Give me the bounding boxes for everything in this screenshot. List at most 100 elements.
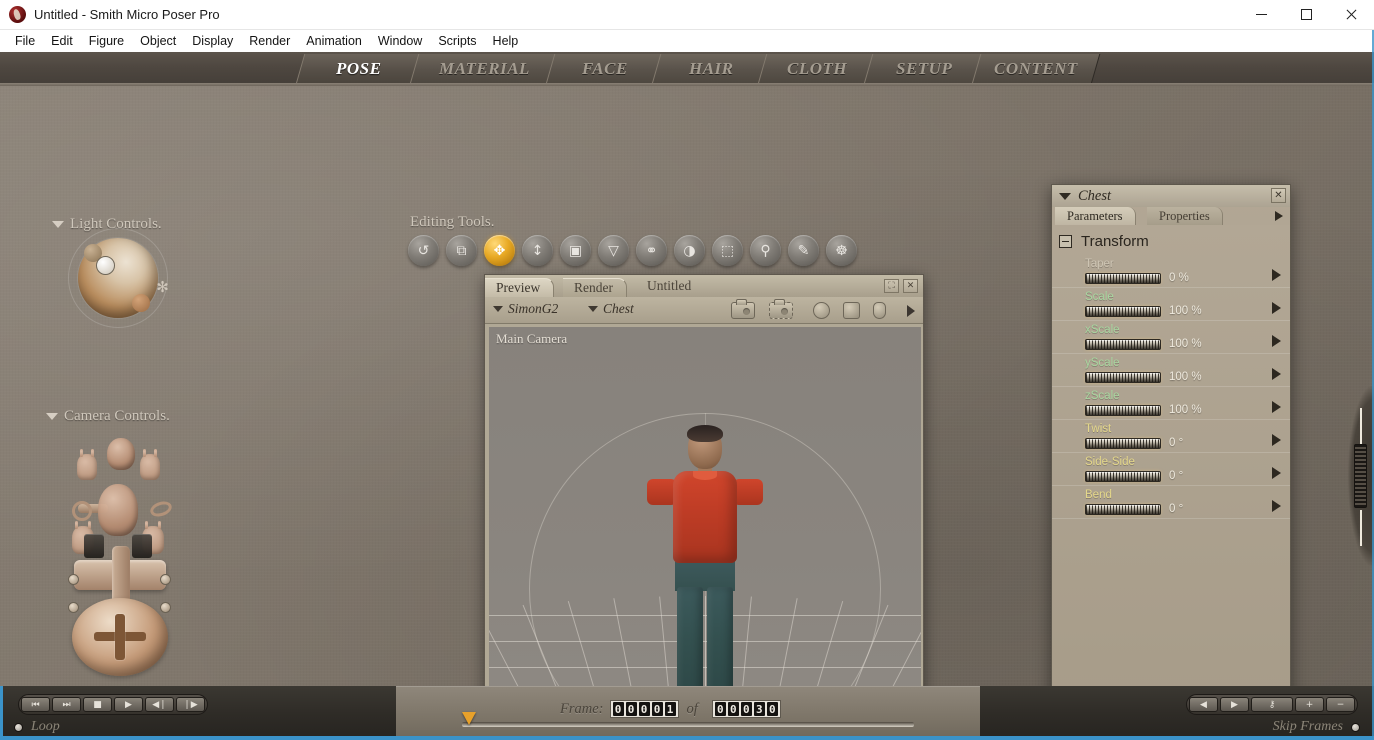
room-tab-material[interactable]: MATERIAL <box>409 54 559 84</box>
parameter-expand-arrow-icon[interactable] <box>1272 269 1281 281</box>
parameter-dial-bend[interactable] <box>1085 503 1161 515</box>
camera-controls-header[interactable]: Camera Controls. <box>46 408 170 425</box>
menu-display[interactable]: Display <box>184 32 241 50</box>
skip-frames-toggle[interactable]: Skip Frames <box>1273 719 1360 735</box>
document-maximize-button[interactable]: ⛶ <box>884 279 899 293</box>
camera-dot-right[interactable] <box>160 574 171 585</box>
parameter-expand-arrow-icon[interactable] <box>1272 500 1281 512</box>
room-tab-cloth[interactable]: CLOTH <box>757 54 877 84</box>
figure-hair[interactable] <box>687 425 723 442</box>
camera-dot-left-2[interactable] <box>68 602 79 613</box>
camera-rotate-trackball[interactable] <box>72 598 168 676</box>
menu-object[interactable]: Object <box>132 32 184 50</box>
menu-render[interactable]: Render <box>241 32 298 50</box>
morph-brush-tool[interactable]: ✎ <box>788 235 819 266</box>
translate-pull-tool[interactable]: ✥ <box>484 235 515 266</box>
parameter-value-zscale[interactable]: 100 % <box>1169 404 1202 416</box>
translate-inout-tool[interactable]: ↕ <box>522 235 553 266</box>
add-light-icon[interactable]: ✻ <box>155 280 170 295</box>
figure-right-sleeve[interactable] <box>733 479 763 505</box>
taper-tool[interactable]: ▽ <box>598 235 629 266</box>
view-magnifier-tool[interactable]: ⚲ <box>750 235 781 266</box>
menu-figure[interactable]: Figure <box>81 32 132 50</box>
frame-current-input[interactable]: 00001 <box>609 700 679 718</box>
parameter-expand-arrow-icon[interactable] <box>1272 335 1281 347</box>
light-handle-2[interactable] <box>96 256 115 275</box>
camera-translate-widget[interactable] <box>74 546 166 604</box>
rotate-tool[interactable]: ↺ <box>408 235 439 266</box>
move-gizmo-icon[interactable] <box>843 302 860 319</box>
tabs-more-arrow-icon[interactable] <box>1275 211 1283 221</box>
camera-render-region-icon[interactable] <box>769 299 793 319</box>
light-handle-3[interactable] <box>132 294 150 312</box>
menu-window[interactable]: Window <box>370 32 430 50</box>
tab-parameters[interactable]: Parameters <box>1055 207 1136 225</box>
add-keyframe-button[interactable]: + <box>1295 697 1324 712</box>
room-tab-setup[interactable]: SETUP <box>863 54 985 84</box>
document-close-button[interactable]: ✕ <box>903 279 918 293</box>
3d-viewport[interactable]: Main Camera <box>489 327 921 720</box>
edge-dial-slider[interactable] <box>1354 444 1367 508</box>
edit-keyframes-button[interactable]: ⚷ <box>1251 697 1293 712</box>
menu-file[interactable]: File <box>7 32 43 50</box>
next-keyframe-button[interactable]: ▶ <box>1220 697 1249 712</box>
more-arrow-icon[interactable] <box>907 305 915 317</box>
figure-simong2[interactable] <box>565 425 845 720</box>
room-tab-content[interactable]: CONTENT <box>971 54 1101 84</box>
delete-keyframe-button[interactable]: − <box>1326 697 1355 712</box>
prev-keyframe-button[interactable]: ◀ <box>1189 697 1218 712</box>
parameter-expand-arrow-icon[interactable] <box>1272 368 1281 380</box>
light-icon[interactable] <box>873 302 886 319</box>
menu-edit[interactable]: Edit <box>43 32 81 50</box>
menu-help[interactable]: Help <box>485 32 527 50</box>
parameters-close-button[interactable]: ✕ <box>1271 188 1286 203</box>
actor-selector[interactable]: Chest <box>588 301 634 317</box>
figure-selector[interactable]: SimonG2 <box>493 301 558 317</box>
parameter-value-scale[interactable]: 100 % <box>1169 305 1202 317</box>
loop-indicator-icon[interactable] <box>14 722 23 732</box>
transform-group-header[interactable]: Transform <box>1052 233 1290 250</box>
tab-preview[interactable]: Preview <box>485 278 555 297</box>
close-button[interactable] <box>1329 0 1374 30</box>
tab-render[interactable]: Render <box>563 278 627 297</box>
grouping-tool[interactable]: ⬚ <box>712 235 743 266</box>
parameter-dial-scale[interactable] <box>1085 305 1161 317</box>
camera-icon[interactable] <box>731 299 755 319</box>
skip-to-end-button[interactable]: ⏭ <box>52 697 81 712</box>
parameter-value-xscale[interactable]: 100 % <box>1169 338 1202 350</box>
timeline-playhead[interactable] <box>462 712 476 725</box>
chain-break-tool[interactable]: ⚭ <box>636 235 667 266</box>
tab-properties[interactable]: Properties <box>1147 207 1223 225</box>
camera-dot-left[interactable] <box>68 574 79 585</box>
minimize-button[interactable] <box>1239 0 1284 30</box>
step-forward-button[interactable]: ❘▶ <box>176 697 205 712</box>
frame-total-input[interactable]: 00030 <box>711 700 781 718</box>
camera-ring-icon[interactable] <box>148 498 174 520</box>
parameter-dial-zscale[interactable] <box>1085 404 1161 416</box>
parameter-expand-arrow-icon[interactable] <box>1272 302 1281 314</box>
parameter-expand-arrow-icon[interactable] <box>1272 434 1281 446</box>
room-tab-hair[interactable]: HAIR <box>651 54 771 84</box>
menu-scripts[interactable]: Scripts <box>430 32 484 50</box>
main-camera-head-icon[interactable] <box>98 484 138 536</box>
menu-animation[interactable]: Animation <box>298 32 370 50</box>
parameter-expand-arrow-icon[interactable] <box>1272 401 1281 413</box>
camera-dot-right-2[interactable] <box>160 602 171 613</box>
loop-toggle[interactable]: Loop <box>14 719 60 735</box>
skip-frames-indicator-icon[interactable] <box>1351 722 1360 732</box>
parameters-titlebar[interactable]: Chest ✕ <box>1052 185 1290 207</box>
parameter-dial-taper[interactable] <box>1085 272 1161 284</box>
parameter-dial-side-side[interactable] <box>1085 470 1161 482</box>
scale-tool[interactable]: ▣ <box>560 235 591 266</box>
render-globe-icon[interactable] <box>813 302 830 319</box>
maximize-button[interactable] <box>1284 0 1329 30</box>
parameter-expand-arrow-icon[interactable] <box>1272 467 1281 479</box>
skip-to-start-button[interactable]: ⏮ <box>21 697 50 712</box>
direct-manipulation-tool[interactable]: ☸ <box>826 235 857 266</box>
room-tab-pose[interactable]: POSE <box>295 54 423 84</box>
face-camera-icon[interactable] <box>107 438 135 470</box>
parameter-value-taper[interactable]: 0 % <box>1169 272 1189 284</box>
left-hand-camera-icon[interactable] <box>77 449 97 480</box>
parameter-value-bend[interactable]: 0 ° <box>1169 503 1183 515</box>
room-tab-face[interactable]: FACE <box>545 54 665 84</box>
